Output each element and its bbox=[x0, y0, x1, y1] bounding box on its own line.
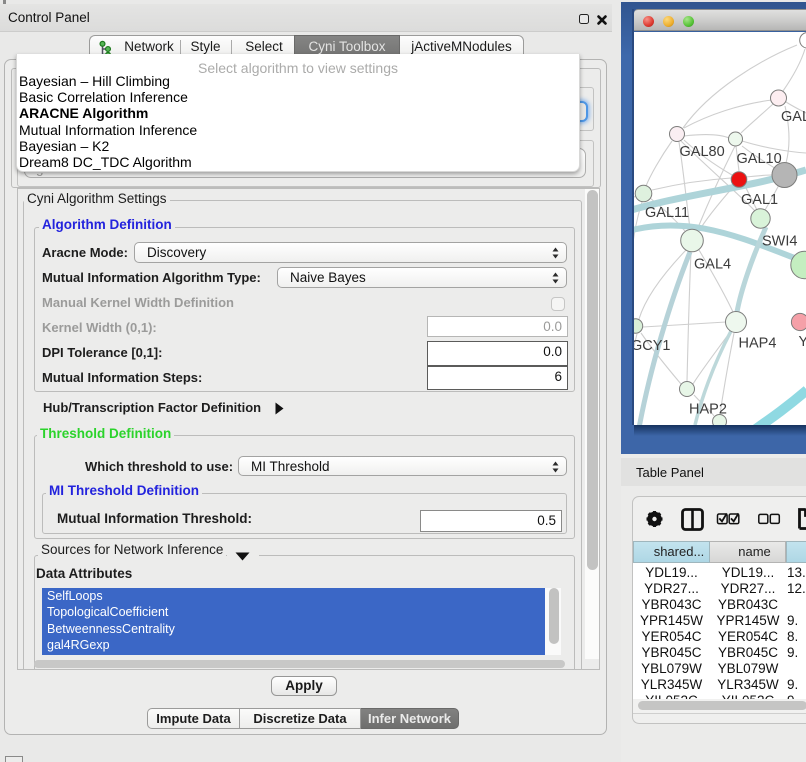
svg-text:GCY1: GCY1 bbox=[634, 338, 671, 354]
svg-text:GAL10: GAL10 bbox=[737, 151, 782, 167]
svg-text:GAL2: GAL2 bbox=[781, 109, 806, 125]
svg-text:GAL1: GAL1 bbox=[741, 192, 778, 208]
svg-text:HAP2: HAP2 bbox=[689, 402, 727, 418]
svg-text:HAP4: HAP4 bbox=[739, 336, 777, 352]
svg-text:GAL4: GAL4 bbox=[694, 257, 731, 273]
svg-text:GAL11: GAL11 bbox=[645, 205, 689, 221]
svg-text:SWI4: SWI4 bbox=[762, 234, 797, 250]
svg-text:Y: Y bbox=[799, 334, 806, 350]
svg-text:GAL80: GAL80 bbox=[680, 144, 725, 160]
